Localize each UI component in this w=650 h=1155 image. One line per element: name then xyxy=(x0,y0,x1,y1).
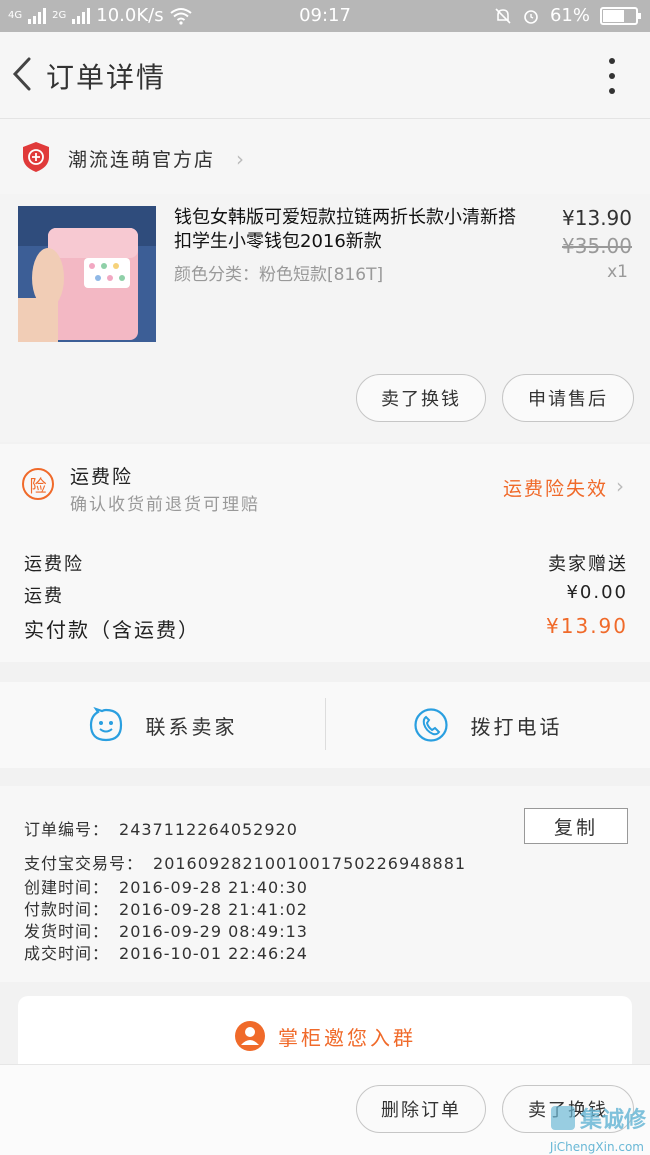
insurance-status-link[interactable]: 运费险失效 xyxy=(503,474,608,501)
phone-icon xyxy=(413,708,448,742)
shipped-value: 2016-09-29 08:49:13 xyxy=(119,922,308,941)
title-bar: 订单详情 xyxy=(0,32,650,118)
battery-percent: 61% xyxy=(549,5,590,26)
insurance-section: 险 运费险 确认收货前退货可理赔 运费险失效 › 运费险 卖家赠送 运费 ¥0.… xyxy=(0,444,650,662)
copy-button[interactable]: 复制 xyxy=(524,808,628,844)
status-bar: 4G 2G 10.0K/s 09:17 61% xyxy=(0,0,650,32)
created-label: 创建时间： xyxy=(24,878,110,897)
product-sku: 颜色分类：粉色短款[816T] xyxy=(174,265,384,285)
fee-row-total: 实付款（含运费） ¥13.90 xyxy=(24,614,628,643)
call-button[interactable]: 拨打电话 xyxy=(325,682,650,768)
chevron-right-icon: › xyxy=(236,147,244,171)
fee-row-shipping: 运费 ¥0.00 xyxy=(24,582,628,608)
shop-name[interactable]: 潮流连萌官方店 xyxy=(68,145,215,172)
mute-bell-icon xyxy=(495,7,511,24)
order-number-value: 2437112264052920 xyxy=(119,820,298,839)
shipped-label: 发货时间： xyxy=(24,922,110,941)
created-value: 2016-09-28 21:40:30 xyxy=(119,878,308,897)
status-right: 61% xyxy=(494,5,641,26)
shop-badge-icon xyxy=(23,142,49,172)
paid-label: 付款时间： xyxy=(24,900,110,919)
done-label: 成交时间： xyxy=(24,944,110,963)
order-info-section: 订单编号： 2437112264052920 复制 支付宝交易号： 20160928… xyxy=(0,786,650,982)
created-time-row: 创建时间： 2016-09-28 21:40:30 xyxy=(24,874,308,898)
back-icon[interactable] xyxy=(6,54,38,94)
product-original-price: ¥35.00 xyxy=(562,234,632,258)
product-quantity: x1 xyxy=(607,262,628,282)
watermark: 集诚修 xyxy=(550,1102,646,1134)
product-thumbnail[interactable] xyxy=(18,206,156,342)
watermark-sub: JiChengXin.com xyxy=(549,1140,644,1154)
paid-value: 2016-09-28 21:41:02 xyxy=(119,900,308,919)
contact-seller-label: 联系卖家 xyxy=(145,714,238,739)
watermark-text: 集诚修 xyxy=(579,1108,646,1133)
total-label: 实付款（含运费） xyxy=(24,618,200,642)
contact-seller-button[interactable]: 联系卖家 xyxy=(0,682,325,768)
fee-value: ¥0.00 xyxy=(566,582,628,603)
order-item[interactable]: 钱包女韩版可爱短款拉链两折长款小清新搭扣学生小零钱包2016新款 颜色分类：粉色… xyxy=(0,194,650,442)
after-sale-button[interactable]: 申请售后 xyxy=(502,374,634,422)
shop-row[interactable]: 潮流连萌官方店 › xyxy=(0,118,650,194)
product-title[interactable]: 钱包女韩版可爱短款拉链两折长款小清新搭扣学生小零钱包2016新款 xyxy=(174,206,524,254)
resell-button[interactable]: 卖了换钱 xyxy=(356,374,486,422)
shipped-time-row: 发货时间： 2016-09-29 08:49:13 xyxy=(24,918,308,942)
done-time-row: 成交时间： 2016-10-01 22:46:24 xyxy=(24,940,308,964)
done-value: 2016-10-01 22:46:24 xyxy=(119,944,308,963)
contact-bar: 联系卖家 拨打电话 xyxy=(0,682,650,768)
insurance-title: 运费险 xyxy=(70,466,134,488)
alarm-icon xyxy=(524,9,538,24)
fee-label: 运费险 xyxy=(24,554,84,575)
group-people-icon xyxy=(235,1021,265,1051)
order-number-row: 订单编号： 2437112264052920 xyxy=(24,816,298,840)
delete-order-button[interactable]: 删除订单 xyxy=(356,1085,486,1133)
chat-bubble-icon xyxy=(89,707,122,742)
product-price: ¥13.90 xyxy=(562,206,632,230)
alipay-row: 支付宝交易号： 2016092821001001750226948881 xyxy=(24,850,466,874)
battery-icon xyxy=(600,6,641,25)
group-invite-label: 掌柜邀您入群 xyxy=(278,1025,416,1050)
watermark-logo-icon xyxy=(550,1106,575,1130)
insurance-subtitle: 确认收货前退货可理赔 xyxy=(70,495,260,515)
order-number-label: 订单编号： xyxy=(24,820,110,839)
fee-label: 运费 xyxy=(24,586,64,607)
insurance-icon: 险 xyxy=(22,468,54,500)
alipay-value: 2016092821001001750226948881 xyxy=(153,854,467,873)
call-label: 拨打电话 xyxy=(470,714,563,739)
fee-row-insurance: 运费险 卖家赠送 xyxy=(24,550,628,576)
total-value: ¥13.90 xyxy=(546,614,628,638)
fee-value: 卖家赠送 xyxy=(548,554,628,575)
chevron-right-icon: › xyxy=(616,474,624,498)
paid-time-row: 付款时间： 2016-09-28 21:41:02 xyxy=(24,896,308,920)
page-title: 订单详情 xyxy=(46,61,167,94)
alipay-label: 支付宝交易号： xyxy=(24,854,144,873)
more-menu-icon[interactable] xyxy=(606,58,618,94)
